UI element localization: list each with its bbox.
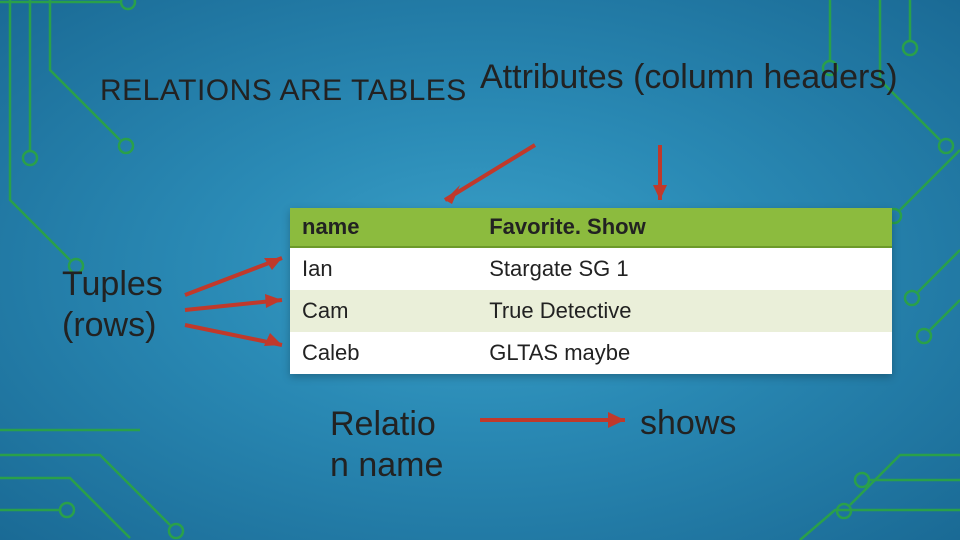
cell-show: Stargate SG 1 bbox=[477, 247, 892, 290]
label-relation-line2: n name bbox=[330, 446, 443, 484]
table-row: Ian Stargate SG 1 bbox=[290, 247, 892, 290]
label-relation-line1: Relatio bbox=[330, 405, 436, 443]
label-relation-name: Relatio n name bbox=[330, 404, 443, 486]
cell-show: True Detective bbox=[477, 290, 892, 332]
relation-table: name Favorite. Show Ian Stargate SG 1 Ca… bbox=[290, 208, 892, 374]
table-row: Cam True Detective bbox=[290, 290, 892, 332]
cell-name: Cam bbox=[290, 290, 477, 332]
cell-name: Caleb bbox=[290, 332, 477, 374]
label-attributes: Attributes (column headers) bbox=[480, 56, 900, 99]
label-tuples-line1: Tuples bbox=[62, 265, 163, 303]
slide-title: RELATIONS ARE TABLES bbox=[100, 74, 467, 108]
label-tuples: Tuples (rows) bbox=[62, 264, 163, 346]
cell-show: GLTAS maybe bbox=[477, 332, 892, 374]
cell-name: Ian bbox=[290, 247, 477, 290]
label-tuples-line2: (rows) bbox=[62, 306, 156, 344]
table-header-row: name Favorite. Show bbox=[290, 208, 892, 247]
col-header-name: name bbox=[290, 208, 477, 247]
col-header-show: Favorite. Show bbox=[477, 208, 892, 247]
label-shows-value: shows bbox=[640, 404, 736, 443]
table-row: Caleb GLTAS maybe bbox=[290, 332, 892, 374]
